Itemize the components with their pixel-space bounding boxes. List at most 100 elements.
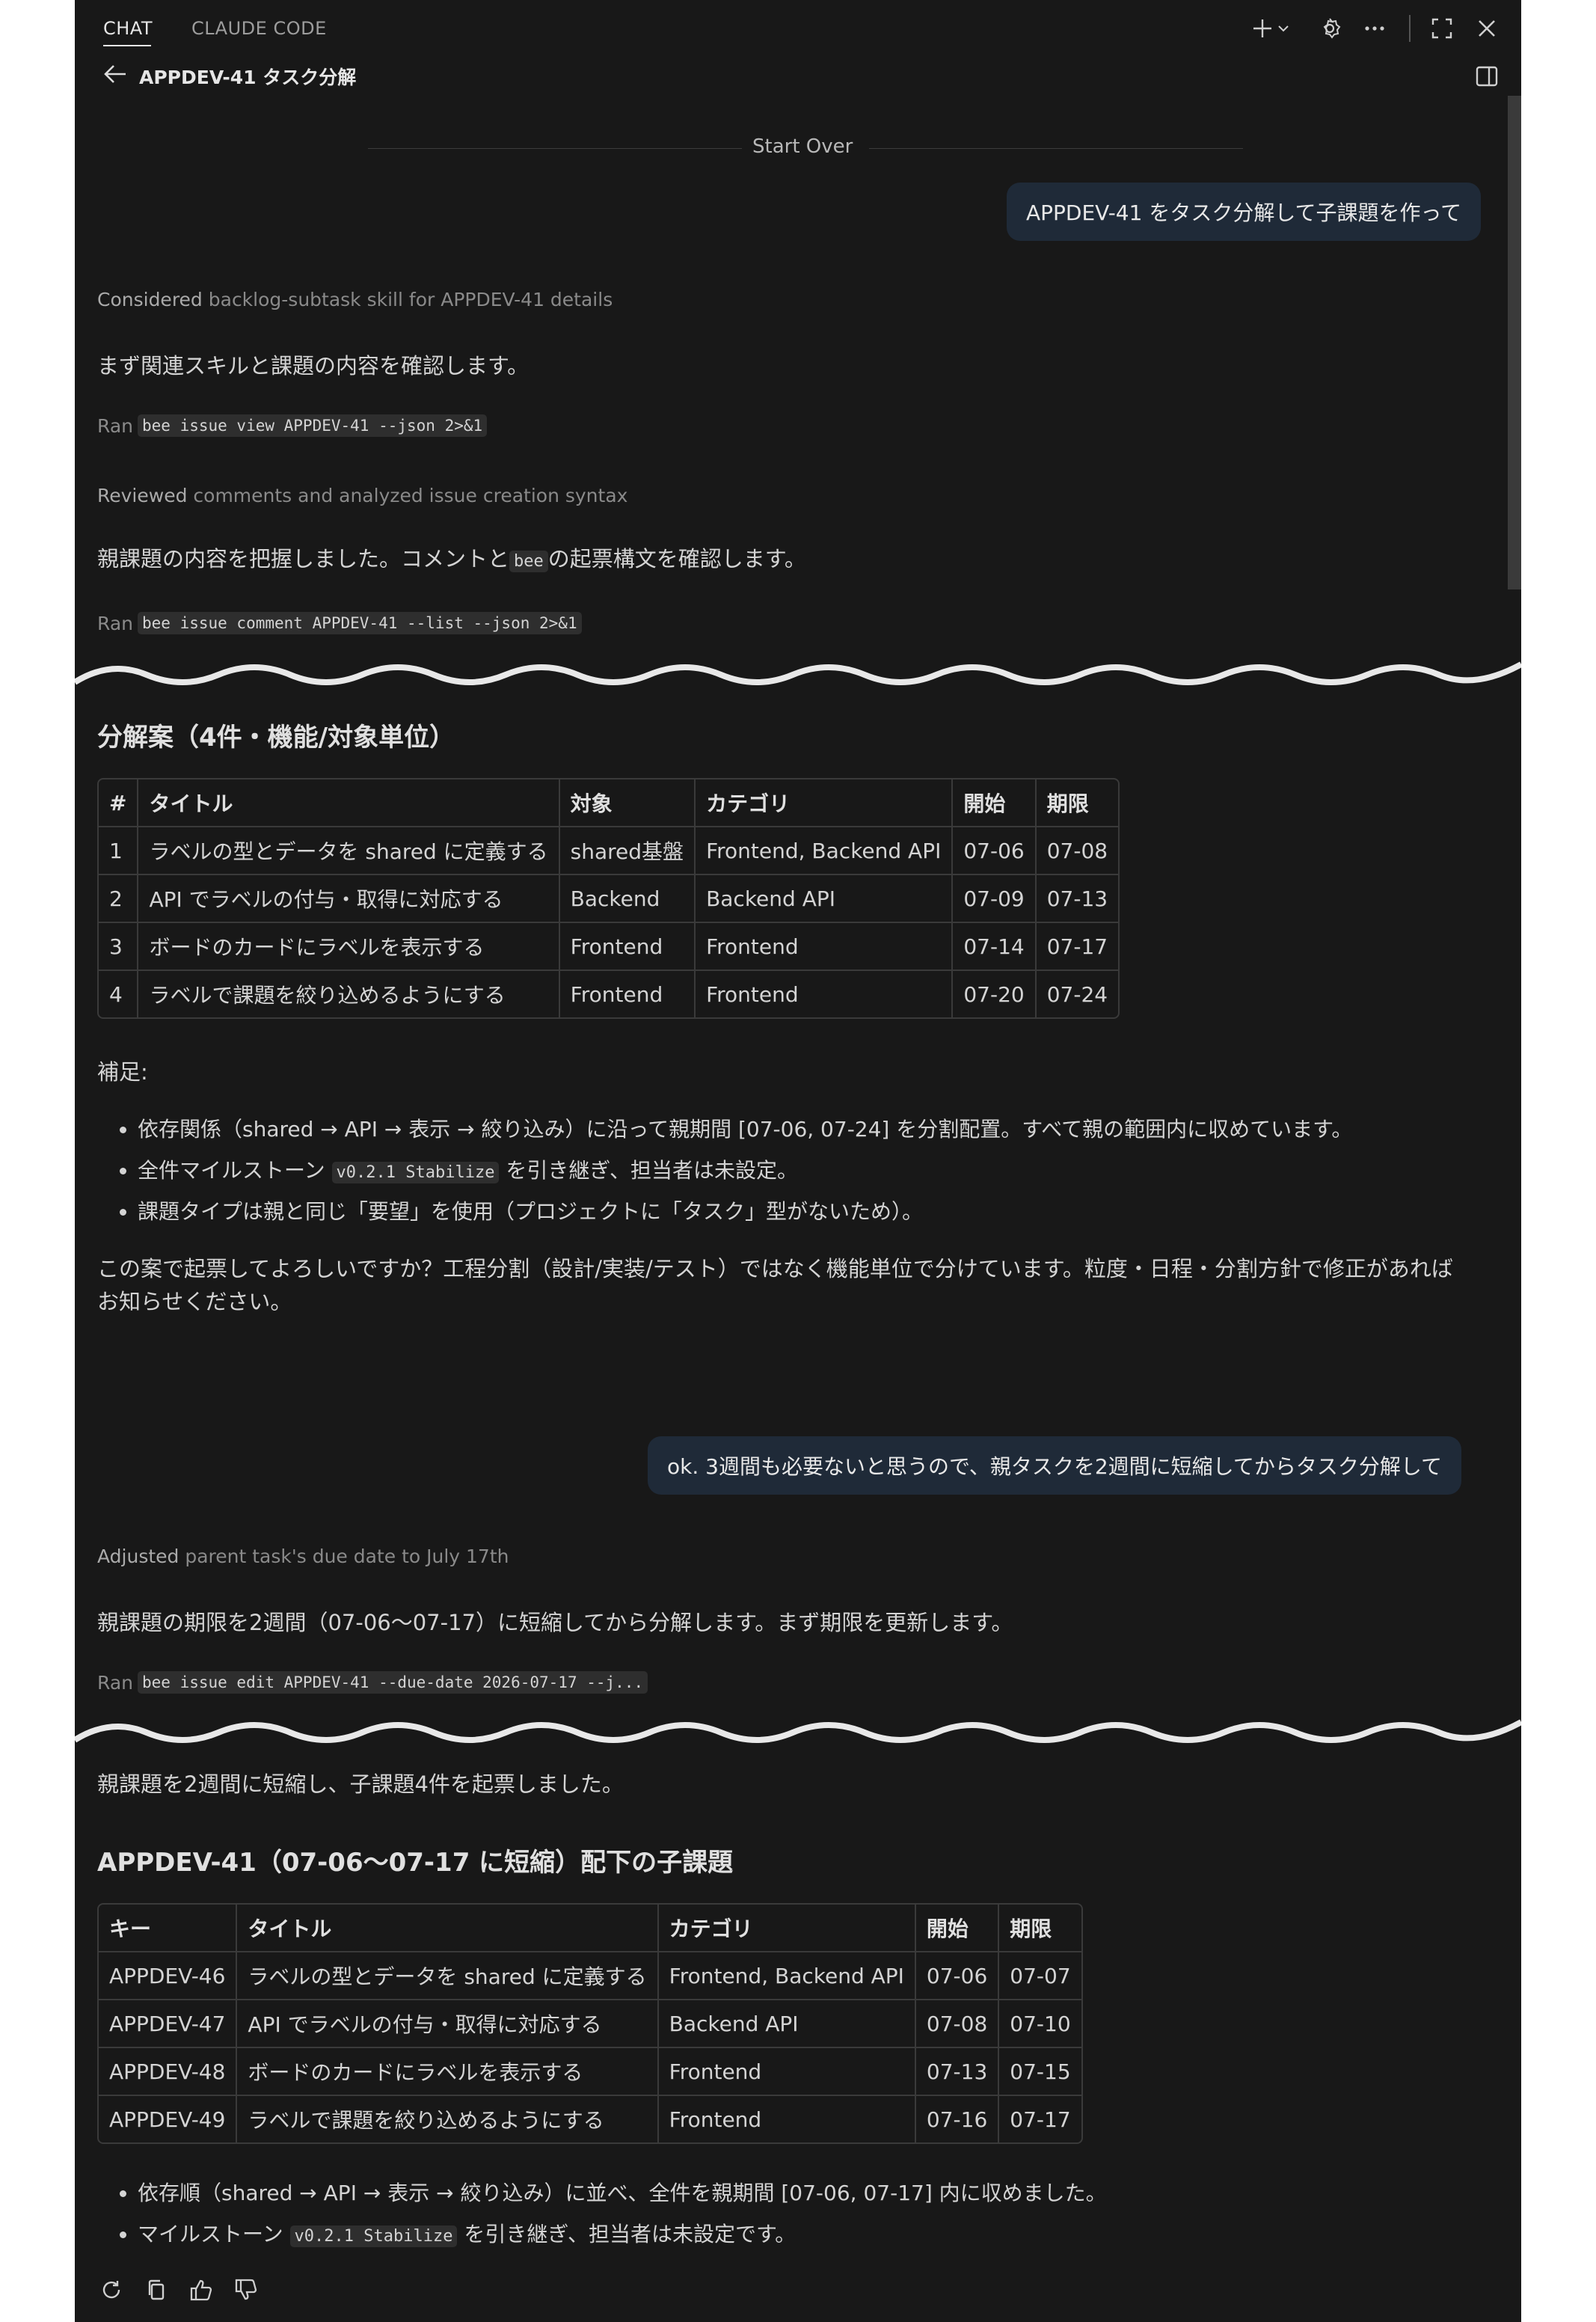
tab-claude-code[interactable]: CLAUDE CODE bbox=[191, 18, 327, 39]
table-cell: Backend API bbox=[696, 875, 954, 923]
table-cell: APPDEV-49 bbox=[99, 2096, 238, 2142]
supplement-label: 補足: bbox=[97, 1059, 148, 1085]
text-fragment: マイルストーン bbox=[138, 2222, 283, 2246]
table-cell: API でラベルの付与・取得に対応する bbox=[138, 875, 560, 923]
divider-left bbox=[368, 148, 742, 149]
start-over-link[interactable]: Start Over bbox=[752, 135, 853, 158]
conversation-title: APPDEV-41 タスク分解 bbox=[139, 67, 357, 88]
tool-call-label: Ran bbox=[97, 414, 133, 437]
tool-call-label: Ran bbox=[97, 1671, 133, 1694]
table-cell: 2 bbox=[99, 875, 139, 923]
table-cell: ラベルの型とデータを shared に定義する bbox=[138, 827, 560, 875]
table-cell: ボードのカードにラベルを表示する bbox=[237, 2048, 659, 2096]
table-row: 3 ボードのカードにラベルを表示する Frontend Frontend 07-… bbox=[99, 923, 1119, 971]
table-header-row: # タイトル 対象 カテゴリ 開始 期限 bbox=[99, 779, 1119, 827]
question-line-1: この案で起票してよろしいですか？工程分割（設計/実装/テスト）ではなく機能単位で… bbox=[97, 1256, 1453, 1281]
table-row: APPDEV-49 ラベルで課題を絞り込めるようにする Frontend 07-… bbox=[99, 2096, 1081, 2142]
table-cell: 07-06 bbox=[953, 827, 1037, 875]
conversation-header: APPDEV-41 タスク分解 bbox=[103, 63, 356, 90]
list-item: マイルストーン v0.2.1 Stabilize を引き継ぎ、担当者は未設定です… bbox=[138, 2214, 1107, 2255]
table-header-row: キー タイトル カテゴリ 開始 期限 bbox=[99, 1905, 1081, 1952]
inline-code: v0.2.1 Stabilize bbox=[289, 2225, 458, 2247]
assistant-question: この案で起票してよろしいですか？工程分割（設計/実装/テスト）ではなく機能単位で… bbox=[97, 1252, 1511, 1318]
tool-call[interactable]: Ran bee issue view APPDEV-41 --json 2>&1 bbox=[97, 414, 488, 437]
tool-call[interactable]: Ran bee issue edit APPDEV-41 --due-date … bbox=[97, 1671, 648, 1694]
table-cell: 07-17 bbox=[1010, 2107, 1071, 2132]
thinking-verb: Adjusted bbox=[97, 1546, 179, 1567]
table-cell: Backend API bbox=[658, 2000, 916, 2048]
content-omitted-wave bbox=[75, 1719, 1521, 1743]
table-cell: 07-13 bbox=[1036, 875, 1119, 923]
table-cell: 07-14 bbox=[953, 923, 1037, 971]
thinking-verb: Reviewed bbox=[97, 485, 188, 506]
maximize-icon[interactable] bbox=[1428, 15, 1455, 42]
col-number: # bbox=[99, 779, 139, 827]
table-cell: 07-08 bbox=[915, 2000, 1000, 2048]
table-cell: APPDEV-47 bbox=[99, 2000, 238, 2048]
table-cell: Frontend, Backend API bbox=[658, 1952, 916, 2000]
col-target: 対象 bbox=[559, 779, 696, 827]
table-cell: ラベルで課題を絞り込めるようにする bbox=[237, 2096, 659, 2142]
table-cell: 07-16 bbox=[916, 2096, 1000, 2142]
back-arrow-icon[interactable] bbox=[103, 64, 127, 89]
close-icon[interactable] bbox=[1473, 15, 1500, 42]
thinking-summary[interactable]: Considered backlog-subtask skill for APP… bbox=[97, 289, 613, 310]
table-cell: 07-20 bbox=[953, 971, 1037, 1017]
text-fragment: の起票構文を確認します。 bbox=[547, 546, 806, 572]
table-cell: Backend bbox=[559, 875, 696, 923]
table-cell: Frontend bbox=[696, 971, 954, 1017]
table-cell: 1 bbox=[99, 827, 139, 875]
table-row: APPDEV-47 API でラベルの付与・取得に対応する Backend AP… bbox=[99, 2000, 1081, 2048]
list-item: 課題タイプは親と同じ「要望」を使用（プロジェクトに「タスク」型がないため）。 bbox=[138, 1191, 1352, 1232]
table-cell: APPDEV-48 bbox=[99, 2048, 238, 2096]
subtask-table: キー タイトル カテゴリ 開始 期限 APPDEV-46 ラベルの型とデータを … bbox=[97, 1903, 1083, 2144]
section-heading: 分解案（4件・機能/対象単位） bbox=[97, 723, 455, 753]
message-actions bbox=[97, 2276, 260, 2304]
thinking-summary[interactable]: Adjusted parent task's due date to July … bbox=[97, 1546, 509, 1567]
table-cell: 4 bbox=[99, 971, 139, 1017]
section-heading: APPDEV-41（07-06〜07-17 に短縮）配下の子課題 bbox=[97, 1848, 734, 1878]
thumbs-up-icon[interactable] bbox=[187, 2276, 215, 2304]
plus-icon[interactable] bbox=[1249, 15, 1276, 42]
table-cell: 07-24 bbox=[1046, 981, 1108, 1007]
table-cell: 07-09 bbox=[953, 875, 1037, 923]
thinking-summary[interactable]: Reviewed comments and analyzed issue cre… bbox=[97, 485, 627, 506]
table-cell: 07-10 bbox=[999, 2000, 1081, 2048]
text-fragment: を引き継ぎ、担当者は未設定です。 bbox=[464, 2222, 797, 2246]
assistant-text: まず関連スキルと課題の内容を確認します。 bbox=[97, 353, 530, 379]
table-row: 4 ラベルで課題を絞り込めるようにする Frontend Frontend 07… bbox=[99, 971, 1118, 1017]
more-icon[interactable] bbox=[1361, 15, 1388, 42]
tab-chat[interactable]: CHAT bbox=[103, 18, 153, 39]
scrollbar-thumb[interactable] bbox=[1508, 96, 1521, 589]
proposal-table: # タイトル 対象 カテゴリ 開始 期限 1 ラベルの型とデータを shared… bbox=[97, 778, 1120, 1019]
table-cell: 07-08 bbox=[1036, 827, 1119, 875]
table-cell: shared基盤 bbox=[559, 827, 696, 875]
table-cell: 07-07 bbox=[999, 1952, 1081, 2000]
split-panel-icon[interactable] bbox=[1473, 63, 1500, 90]
tab-chat-indicator bbox=[103, 45, 151, 46]
thinking-text: backlog-subtask skill for APPDEV-41 deta… bbox=[208, 289, 613, 310]
retry-icon[interactable] bbox=[97, 2276, 126, 2304]
copy-icon[interactable] bbox=[142, 2276, 171, 2304]
table-cell: Frontend bbox=[560, 971, 696, 1017]
text-fragment: を引き継ぎ、担当者は未設定。 bbox=[506, 1158, 798, 1183]
text-fragment: 全件マイルストーン bbox=[138, 1158, 325, 1183]
chat-panel: CHAT CLAUDE CODE APPDEV-41 タスク分解 Start O… bbox=[75, 0, 1521, 2322]
gear-icon[interactable] bbox=[1316, 15, 1343, 42]
text-fragment: 親課題の内容を把握しました。コメントと bbox=[97, 546, 510, 572]
tool-call[interactable]: Ran bee issue comment APPDEV-41 --list -… bbox=[97, 612, 582, 634]
table-cell: API でラベルの付与・取得に対応する bbox=[237, 2000, 659, 2048]
assistant-text: 親課題を2週間に短縮し、子課題4件を起票しました。 bbox=[97, 1771, 624, 1797]
thinking-text: parent task's due date to July 17th bbox=[185, 1546, 509, 1567]
table-cell: ラベルの型とデータを shared に定義する bbox=[237, 1952, 659, 2000]
supplement-list: 依存関係（shared → API → 表示 → 絞り込み）に沿って親期間 [0… bbox=[97, 1109, 1352, 1232]
chevron-down-icon[interactable] bbox=[1274, 15, 1292, 42]
user-message-text: APPDEV-41 をタスク分解して子課題を作って bbox=[1026, 200, 1462, 225]
col-key: キー bbox=[99, 1905, 238, 1952]
result-list: 依存順（shared → API → 表示 → 絞り込み）に並べ、全件を親期間 … bbox=[97, 2172, 1107, 2255]
table-cell: APPDEV-46 bbox=[99, 1952, 238, 2000]
thumbs-down-icon[interactable] bbox=[232, 2276, 260, 2304]
list-item: 依存関係（shared → API → 表示 → 絞り込み）に沿って親期間 [0… bbox=[138, 1109, 1352, 1150]
assistant-text: 親課題の内容を把握しました。コメントと bee の起票構文を確認します。 bbox=[97, 542, 806, 573]
user-message: APPDEV-41 をタスク分解して子課題を作って bbox=[1007, 183, 1482, 241]
